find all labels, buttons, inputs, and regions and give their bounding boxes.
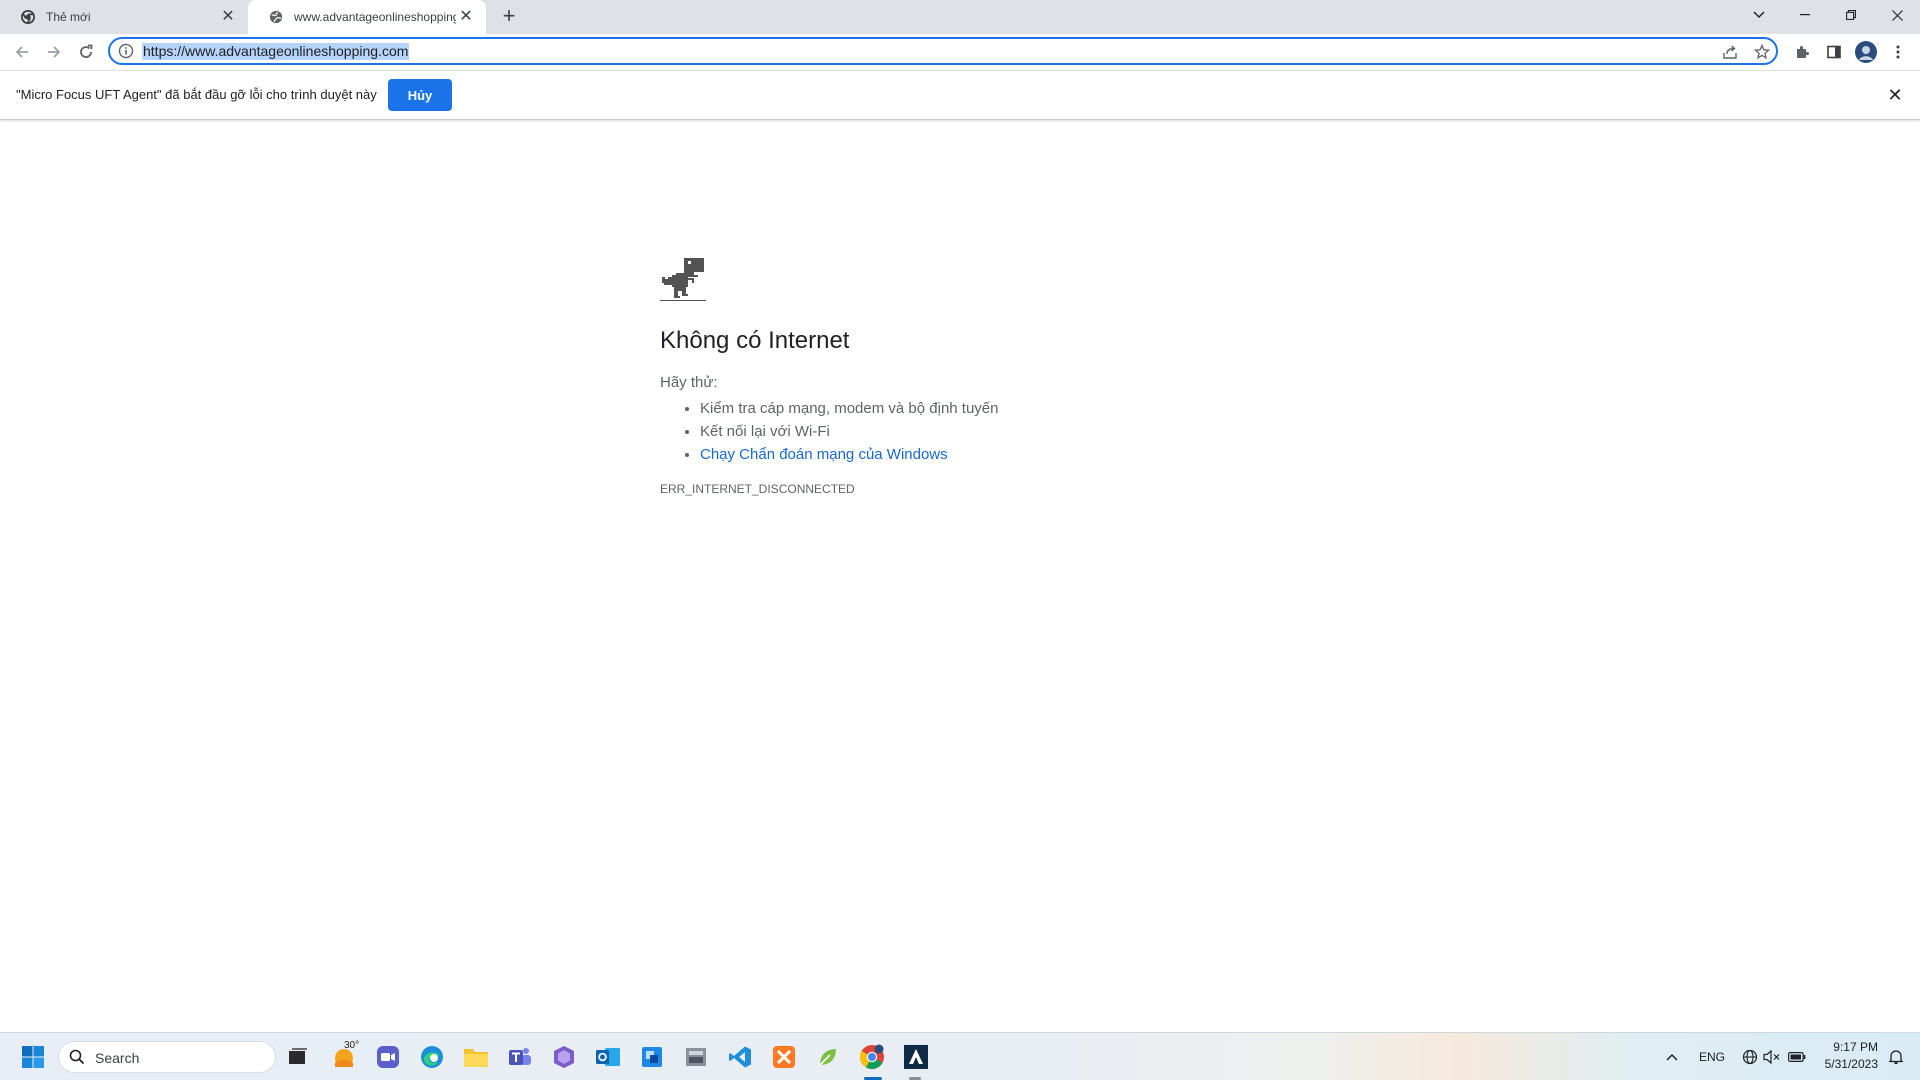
forward-arrow-icon[interactable] — [40, 38, 68, 66]
tab-strip: Thẻ mới ✕ www.advantageonlineshopping.c … — [0, 0, 1920, 34]
suggestions-label: Hãy thử: — [660, 374, 718, 391]
battery-icon[interactable] — [1782, 1042, 1812, 1072]
tab-new-tab[interactable]: Thẻ mới ✕ — [0, 0, 248, 34]
new-tab-button[interactable]: + — [496, 5, 522, 28]
back-arrow-icon[interactable] — [8, 38, 36, 66]
network-diagnostics-link[interactable]: Chạy Chẩn đoán mạng của Windows — [700, 446, 948, 463]
windows-start-icon[interactable] — [18, 1042, 48, 1072]
profile-avatar[interactable] — [1854, 40, 1878, 64]
clock-time: 9:17 PM — [1833, 1040, 1878, 1054]
chrome-taskbar-icon[interactable] — [857, 1042, 887, 1072]
minimize-icon[interactable] — [1782, 0, 1828, 30]
list-item: Kiểm tra cáp mạng, modem và bộ định tuyế… — [700, 397, 999, 420]
offline-dinosaur-icon[interactable] — [660, 256, 706, 307]
menu-kebab-icon[interactable] — [1886, 40, 1910, 64]
green-leaf-app-icon[interactable] — [813, 1042, 843, 1072]
site-info-icon[interactable] — [118, 43, 134, 59]
language-indicator[interactable]: ENG — [1699, 1050, 1725, 1064]
blue-app-icon[interactable] — [637, 1042, 667, 1072]
taskbar-search[interactable]: Search — [58, 1041, 276, 1073]
chrome-icon — [20, 9, 36, 25]
share-icon[interactable] — [1720, 42, 1740, 62]
edge-browser-icon[interactable] — [417, 1042, 447, 1072]
tab-advantage-online-shopping[interactable]: www.advantageonlineshopping.c ✕ — [248, 0, 486, 34]
azure-data-studio-icon[interactable] — [901, 1042, 931, 1072]
reload-icon[interactable] — [72, 38, 100, 66]
error-title: Không có Internet — [660, 327, 850, 354]
debugging-infobar: "Micro Focus UFT Agent" đã bắt đầu gỡ lỗ… — [0, 70, 1920, 120]
visual-studio-icon[interactable] — [549, 1042, 579, 1072]
zoom-meeting-icon[interactable] — [373, 1042, 403, 1072]
weather-temperature: 30° — [344, 1040, 360, 1051]
teams-icon[interactable] — [505, 1042, 535, 1072]
vs-code-icon[interactable] — [725, 1042, 755, 1072]
close-tab-icon[interactable]: ✕ — [456, 7, 476, 27]
restore-icon[interactable] — [1828, 0, 1874, 30]
close-tab-icon[interactable]: ✕ — [218, 7, 238, 27]
xampp-icon[interactable] — [769, 1042, 799, 1072]
window-close-icon[interactable] — [1874, 0, 1920, 30]
notification-icon[interactable] — [1881, 1042, 1911, 1072]
error-code: ERR_INTERNET_DISCONNECTED — [660, 482, 855, 496]
browser-toolbar: https://www.advantageonlineshopping.com — [0, 34, 1920, 70]
database-tool-icon[interactable] — [681, 1042, 711, 1072]
infobar-message: "Micro Focus UFT Agent" đã bắt đầu gỡ lỗ… — [16, 87, 377, 102]
extensions-puzzle-icon[interactable] — [1790, 40, 1814, 64]
address-bar[interactable]: https://www.advantageonlineshopping.com — [108, 37, 1778, 65]
taskbar-clock[interactable]: 9:17 PM 5/31/2023 — [1812, 1039, 1878, 1073]
search-placeholder: Search — [95, 1050, 140, 1066]
url-text[interactable]: https://www.advantageonlineshopping.com — [142, 43, 410, 60]
side-panel-icon[interactable] — [1822, 40, 1846, 64]
tab-title: www.advantageonlineshopping.c — [294, 10, 456, 24]
list-item: Chạy Chẩn đoán mạng của Windows — [700, 443, 999, 466]
globe-icon — [268, 9, 284, 25]
windows-taskbar: Search 30° ENG 9:17 PM 5/31/2023 — [0, 1032, 1920, 1080]
cancel-button[interactable]: Hủy — [388, 79, 452, 111]
chevron-up-icon[interactable] — [1657, 1042, 1687, 1072]
suggestions-list: Kiểm tra cáp mạng, modem và bộ định tuyế… — [660, 397, 999, 466]
tab-title: Thẻ mới — [46, 10, 91, 24]
list-item: Kết nối lại với Wi-Fi — [700, 420, 999, 443]
close-infobar-icon[interactable]: ✕ — [1885, 85, 1905, 105]
bookmark-star-icon[interactable] — [1752, 42, 1772, 62]
file-explorer-icon[interactable] — [461, 1042, 491, 1072]
search-icon — [69, 1049, 85, 1065]
tab-search-chevron-icon[interactable] — [1736, 0, 1782, 30]
clock-date: 5/31/2023 — [1824, 1057, 1878, 1071]
outlook-icon[interactable] — [593, 1042, 623, 1072]
task-view-icon[interactable] — [283, 1042, 313, 1072]
